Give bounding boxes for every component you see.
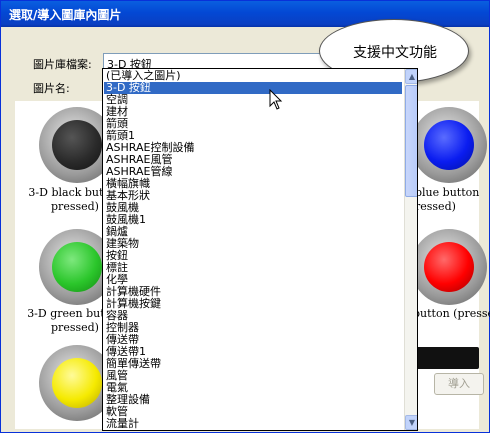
library-dropdown-list[interactable]: (已導入之圖片) 3-D 按鈕 空調 建材 箭頭 箭頭1 ASHRAE控制設備 ASHRAE風… xyxy=(102,68,418,431)
scroll-down-button[interactable]: ▼ xyxy=(405,415,417,430)
callout-text: 支援中文功能 xyxy=(353,45,437,61)
blue-button-icon xyxy=(424,120,474,170)
red-button-icon xyxy=(424,242,474,292)
gallery-item-dark-button[interactable] xyxy=(415,347,479,369)
caption-red-button: button (pressed) xyxy=(413,307,490,321)
chevron-down-icon: ▼ xyxy=(408,418,416,427)
dropdown-item[interactable]: 流量計 xyxy=(106,418,139,430)
dropdown-scrollbar[interactable]: ▲ ▼ xyxy=(404,69,417,430)
caption-blue-button: blue button ressed) xyxy=(415,186,480,214)
green-button-icon xyxy=(52,242,102,292)
chevron-up-icon: ▲ xyxy=(408,72,416,81)
scroll-up-button[interactable]: ▲ xyxy=(405,69,417,84)
dialog-window: 選取/導入圖庫內圖片 圖片庫檔案: 3-D 按鈕 圖片名: 3-D black … xyxy=(0,0,490,433)
window-title: 選取/導入圖庫內圖片 xyxy=(9,8,122,22)
import-button[interactable]: 導入 xyxy=(434,373,484,395)
scroll-thumb[interactable] xyxy=(405,85,417,197)
caption-line: ressed) xyxy=(415,200,456,213)
library-label: 圖片庫檔案: xyxy=(33,58,92,71)
picture-label: 圖片名: xyxy=(33,82,70,95)
yellow-button-icon xyxy=(52,358,102,408)
gallery-item-red-button[interactable] xyxy=(411,229,487,305)
dropdown-item[interactable]: 3-D 按鈕 xyxy=(104,82,402,94)
caption-line: blue button xyxy=(415,186,480,199)
caption-line: button (pressed) xyxy=(413,307,490,320)
black-button-icon xyxy=(52,120,102,170)
gallery-item-blue-button[interactable] xyxy=(411,107,487,183)
mouse-pointer-icon xyxy=(269,89,283,110)
